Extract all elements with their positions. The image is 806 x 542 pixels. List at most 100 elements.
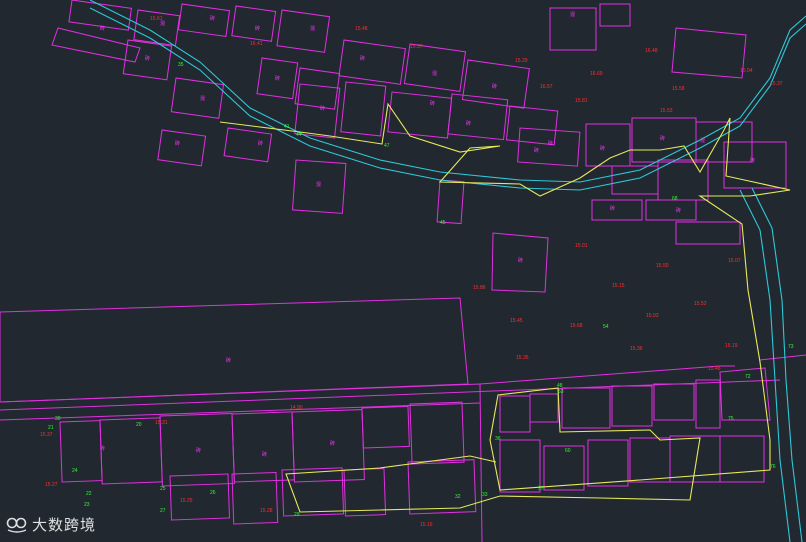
building-label: 砖: [258, 140, 263, 147]
building-label: 混: [200, 95, 205, 102]
building-outline: [561, 387, 611, 429]
building-label: 砖: [175, 140, 180, 147]
river-bank: [89, 7, 806, 191]
building-outline: [223, 127, 273, 163]
building-outline: [499, 439, 541, 493]
point-label: 73: [788, 344, 794, 350]
elevation-label: 15.15: [612, 283, 625, 289]
point-label: 45: [440, 220, 446, 226]
building-label: 砖: [430, 100, 435, 107]
building-outline: [611, 385, 653, 427]
building-label: 砖: [100, 445, 105, 452]
building-label: 砖: [492, 83, 497, 90]
building-outline: [294, 67, 341, 110]
building-label: 砖: [255, 25, 260, 32]
building-label: 混: [310, 25, 315, 32]
elevation-label: 15.27: [45, 482, 58, 488]
elevation-label: 15.35: [516, 355, 529, 361]
building-label: 砖: [226, 357, 231, 364]
building-outline: [447, 93, 509, 141]
building-outline: [436, 179, 465, 225]
parcel-outline: [759, 354, 806, 361]
building-label: 砖: [196, 447, 201, 454]
elevation-label: 15.28: [260, 508, 273, 514]
survey-route-line: [219, 102, 791, 513]
building-label: 砖: [750, 157, 755, 164]
point-label: 41: [284, 124, 290, 130]
building-label: 砖: [145, 55, 150, 62]
building-outline: [343, 468, 387, 517]
elevation-label: 15.68: [570, 323, 583, 329]
building-label: 混: [700, 137, 705, 144]
river-bank: [89, 0, 806, 183]
building-label: 砖: [360, 55, 365, 62]
building-outline: [591, 199, 643, 221]
building-label: 砖: [275, 75, 280, 82]
point-label: 21: [48, 425, 54, 431]
elevation-label: 16.69: [590, 71, 603, 77]
building-outline: [403, 43, 467, 92]
building-outline: [657, 159, 709, 201]
point-label: 54: [603, 324, 609, 330]
building-label: 砖: [610, 205, 615, 212]
building-outline: [653, 383, 695, 421]
building-outline: [340, 81, 387, 137]
building-outline: [719, 435, 765, 483]
elevation-label: 15.52: [694, 301, 707, 307]
point-label: 68: [672, 196, 678, 202]
building-label: 砖: [600, 145, 605, 152]
building-outline: [361, 405, 410, 449]
point-label: 20: [136, 422, 142, 428]
building-outline: [499, 395, 531, 433]
elevation-label: 15.03: [646, 313, 659, 319]
point-label: 30: [55, 416, 61, 422]
building-label: 砖: [100, 25, 105, 32]
elevation-label: 16.57: [540, 84, 553, 90]
point-label: 76: [770, 464, 776, 470]
elevation-label: 15.86: [473, 285, 486, 291]
building-outline: [281, 467, 345, 517]
elevation-label: 15.16: [420, 522, 433, 528]
building-outline: [675, 221, 741, 245]
building-outline: [409, 401, 465, 465]
building-outline: [669, 435, 721, 483]
building-label: 砖: [210, 15, 215, 22]
point-label: 32: [455, 494, 461, 500]
point-label: 27: [160, 508, 166, 514]
elevation-label: 15.53: [660, 108, 673, 114]
cad-viewport[interactable]: 15.61 16.41 15.48 15.37 15.29 16.57 15.81 16.48…: [0, 0, 806, 542]
building-outline: [177, 3, 231, 37]
elevation-label: 15.37: [770, 81, 783, 87]
elevation-label: 15.50: [656, 263, 669, 269]
parcel-outline: [479, 365, 735, 385]
cad-drawing-canvas[interactable]: 15.6116.4115.4815.3715.2916.5715.8116.48…: [0, 0, 806, 542]
elevation-label: 15.31: [155, 420, 168, 426]
point-label: 75: [728, 416, 734, 422]
building-outline: [695, 379, 721, 429]
building-outline: [645, 199, 697, 221]
building-label: 砖: [518, 257, 523, 264]
building-outline: [587, 439, 629, 487]
route-path: [219, 102, 791, 513]
building-label: 砖: [262, 451, 267, 458]
elevation-label: 15.07: [728, 258, 741, 264]
point-label: 35: [178, 62, 184, 68]
building-outline: [529, 393, 559, 423]
point-label: 57: [538, 486, 544, 492]
elevation-label: 15.48: [708, 366, 721, 372]
elevation-label: 15.37: [410, 44, 423, 50]
building-label: 砖: [548, 140, 553, 147]
river-bank: [751, 187, 803, 542]
building-outline: [276, 9, 331, 53]
building-outline: [294, 83, 341, 139]
building-outline: [59, 420, 103, 483]
elevation-label: 15.29: [515, 58, 528, 64]
point-label: 26: [210, 490, 216, 496]
building-label: 砖: [330, 440, 335, 447]
elevation-label: 15.58: [672, 86, 685, 92]
point-label: 23: [84, 502, 90, 508]
point-label: 25: [160, 486, 166, 492]
building-outline: [611, 165, 659, 195]
watermark-text: 大数跨境: [32, 516, 97, 534]
building-label: 砖: [466, 120, 471, 127]
